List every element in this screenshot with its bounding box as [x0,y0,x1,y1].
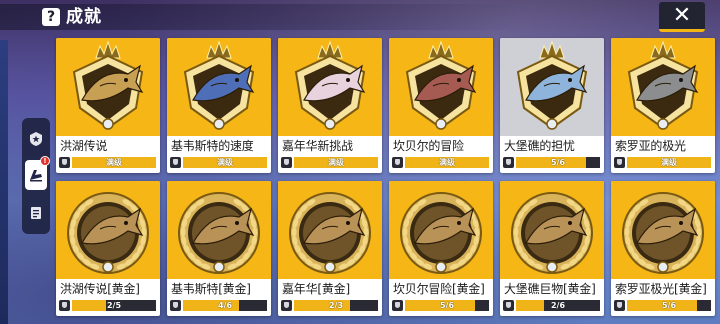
progress-bar: 5/6 [627,300,711,311]
rank-badge-icon [614,300,625,311]
progress-text: 2/3 [328,301,344,310]
achievement-emblem-icon [67,192,149,274]
progress-text: 5/6 [550,158,566,167]
rank-badge-icon [392,157,403,168]
achievement-card[interactable]: 坎贝尔的冒险满级 [389,38,493,173]
achievement-name: 嘉年华[黄金] [282,282,350,296]
achievement-emblem-icon [72,40,144,130]
close-button[interactable]: ✕ [659,2,705,32]
rank-badge-icon [392,300,403,311]
achievement-name: 基韦斯特[黄金] [171,282,251,296]
achievement-name: 坎贝尔的冒险 [393,139,464,153]
progress-bar: 满级 [405,157,489,168]
achievement-name: 索罗亚的极光 [615,139,686,153]
rank-badge-icon [281,157,292,168]
achievement-card[interactable]: 嘉年华[黄金] 2/3 [278,181,382,316]
book-icon [31,207,41,219]
achievement-name: 大堡礁巨物[黄金] [504,282,596,296]
progress-bar: 2/6 [516,300,600,311]
achievement-card[interactable]: 洪湖传说满级 [56,38,160,173]
achievement-art [278,38,382,136]
achievement-name: 基韦斯特的速度 [171,139,254,153]
achievement-card[interactable]: 基韦斯特[黄金] 4/6 [167,181,271,316]
rank-badge-icon [614,157,625,168]
achievement-card[interactable]: 索罗亚极光[黄金] 5/6 [611,181,715,316]
progress-text: 5/6 [439,301,455,310]
rank-badge-icon [59,157,70,168]
achievement-art [56,181,160,279]
achievement-emblem-icon [627,40,699,130]
progress-bar: 满级 [72,157,156,168]
progress-text: 2/6 [550,301,566,310]
progress-text: 满级 [661,158,677,167]
achievement-emblem-icon [516,40,588,130]
achievement-emblem-icon [622,192,704,274]
progress-text: 5/6 [661,301,677,310]
page-title: 成就 [66,7,102,27]
achievement-card[interactable]: 基韦斯特的速度满级 [167,38,271,173]
achievement-art [389,181,493,279]
help-icon[interactable]: ? [42,8,60,26]
achievement-card[interactable]: 大堡礁巨物[黄金] 2/6 [500,181,604,316]
achievement-name: 坎贝尔冒险[黄金] [393,282,485,296]
achievement-card[interactable]: 坎贝尔冒险[黄金] 5/6 [389,181,493,316]
progress-bar: 4/6 [183,300,267,311]
achievement-name: 洪湖传说 [60,139,108,153]
achievement-card[interactable]: 嘉年华新挑战满级 [278,38,382,173]
achievement-emblem-icon [511,192,593,274]
achievement-art [389,38,493,136]
tab-book[interactable] [25,198,47,228]
achievement-art [56,38,160,136]
achievement-emblem-icon [294,40,366,130]
progress-bar: 满级 [183,157,267,168]
progress-text: 2/5 [106,301,122,310]
tab-badges[interactable] [25,124,47,154]
rank-badge-icon [503,157,514,168]
rank-badge-icon [281,300,292,311]
achievement-art [167,181,271,279]
header: ? 成就 ✕ [0,0,720,36]
achievement-art [167,38,271,136]
achievement-art [611,38,715,136]
achievement-card[interactable]: 洪湖传说[黄金] 2/5 [56,181,160,316]
achievement-emblem-icon [400,192,482,274]
achievement-emblem-icon [289,192,371,274]
fish-icon [30,170,42,182]
alert-badge: ! [40,156,50,166]
achievement-grid: 洪湖传说 满级 基韦斯特的速度 满级 嘉年华新挑战 满级 坎贝尔的冒险 满级 大堡礁的担忧 5/6… [56,38,720,324]
progress-text: 满级 [328,158,344,167]
progress-text: 满级 [106,158,122,167]
achievement-name: 大堡礁的担忧 [504,139,575,153]
progress-bar: 2/3 [294,300,378,311]
achievement-art [611,181,715,279]
rank-badge-icon [503,300,514,311]
achievement-art [500,181,604,279]
progress-bar: 5/6 [405,300,489,311]
close-icon: ✕ [672,3,692,28]
achievement-card[interactable]: 索罗亚的极光满级 [611,38,715,173]
rank-badge-icon [170,157,181,168]
rank-badge-icon [170,300,181,311]
rank-badge-icon [59,300,70,311]
progress-bar: 5/6 [516,157,600,168]
left-edge-strip [0,40,8,324]
achievement-emblem-icon [405,40,477,130]
progress-bar: 满级 [294,157,378,168]
achievement-art [500,38,604,136]
achievement-card[interactable]: 大堡礁的担忧 5/6 [500,38,604,173]
achievement-name: 索罗亚极光[黄金] [615,282,707,296]
achievement-name: 嘉年华新挑战 [282,139,353,153]
achievement-name: 洪湖传说[黄金] [60,282,140,296]
progress-text: 满级 [439,158,455,167]
achievement-emblem-icon [178,192,260,274]
progress-bar: 满级 [627,157,711,168]
progress-bar: 2/5 [72,300,156,311]
side-tab-bar [22,118,50,234]
progress-text: 4/6 [217,301,233,310]
achievement-art [278,181,382,279]
progress-text: 满级 [217,158,233,167]
star-badge-icon [30,132,42,146]
achievement-emblem-icon [183,40,255,130]
